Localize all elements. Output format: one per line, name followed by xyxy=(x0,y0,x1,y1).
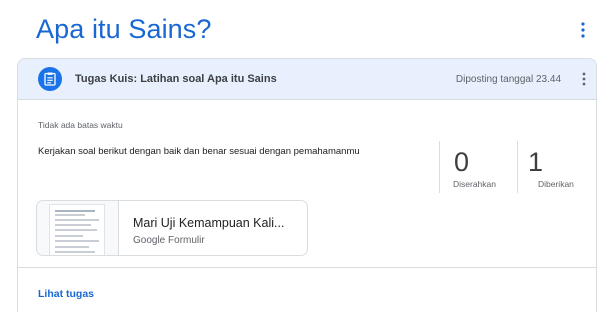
submission-stats: 0 Diserahkan 1 Diberikan xyxy=(439,141,596,193)
turned-in-count[interactable]: 0 xyxy=(454,147,469,178)
view-assignment-link[interactable]: Lihat tugas xyxy=(38,288,94,300)
stat-divider xyxy=(439,141,440,193)
attachment-type: Google Formulir xyxy=(133,235,205,246)
assignment-more-options-icon[interactable] xyxy=(576,70,592,88)
assignment-header[interactable]: Tugas Kuis: Latihan soal Apa itu Sains D… xyxy=(18,59,596,100)
due-date-text: Tidak ada batas waktu xyxy=(38,120,123,130)
stat-divider xyxy=(517,141,518,193)
attachment-thumbnail xyxy=(37,201,119,255)
classwork-page: Apa itu Sains? Tugas Kuis: Latihan soal … xyxy=(0,0,613,312)
topic-more-options-icon[interactable] xyxy=(573,20,593,40)
assignment-card: Tugas Kuis: Latihan soal Apa itu Sains D… xyxy=(17,58,597,312)
assignment-instructions: Kerjakan soal berikut dengan baik dan be… xyxy=(38,146,360,157)
assignment-title[interactable]: Tugas Kuis: Latihan soal Apa itu Sains xyxy=(75,73,277,85)
turned-in-label: Diserahkan xyxy=(453,179,496,189)
topic-title: Apa itu Sains? xyxy=(36,14,212,44)
card-divider xyxy=(18,267,596,268)
assignment-icon xyxy=(38,67,62,91)
posted-date: Diposting tanggal 23.44 xyxy=(455,74,561,85)
form-preview-icon xyxy=(49,204,105,255)
form-attachment[interactable]: Mari Uji Kemampuan Kali... Google Formul… xyxy=(36,200,308,256)
assigned-count[interactable]: 1 xyxy=(528,147,543,178)
attachment-title[interactable]: Mari Uji Kemampuan Kali... xyxy=(133,216,284,230)
assigned-label: Diberikan xyxy=(538,179,574,189)
